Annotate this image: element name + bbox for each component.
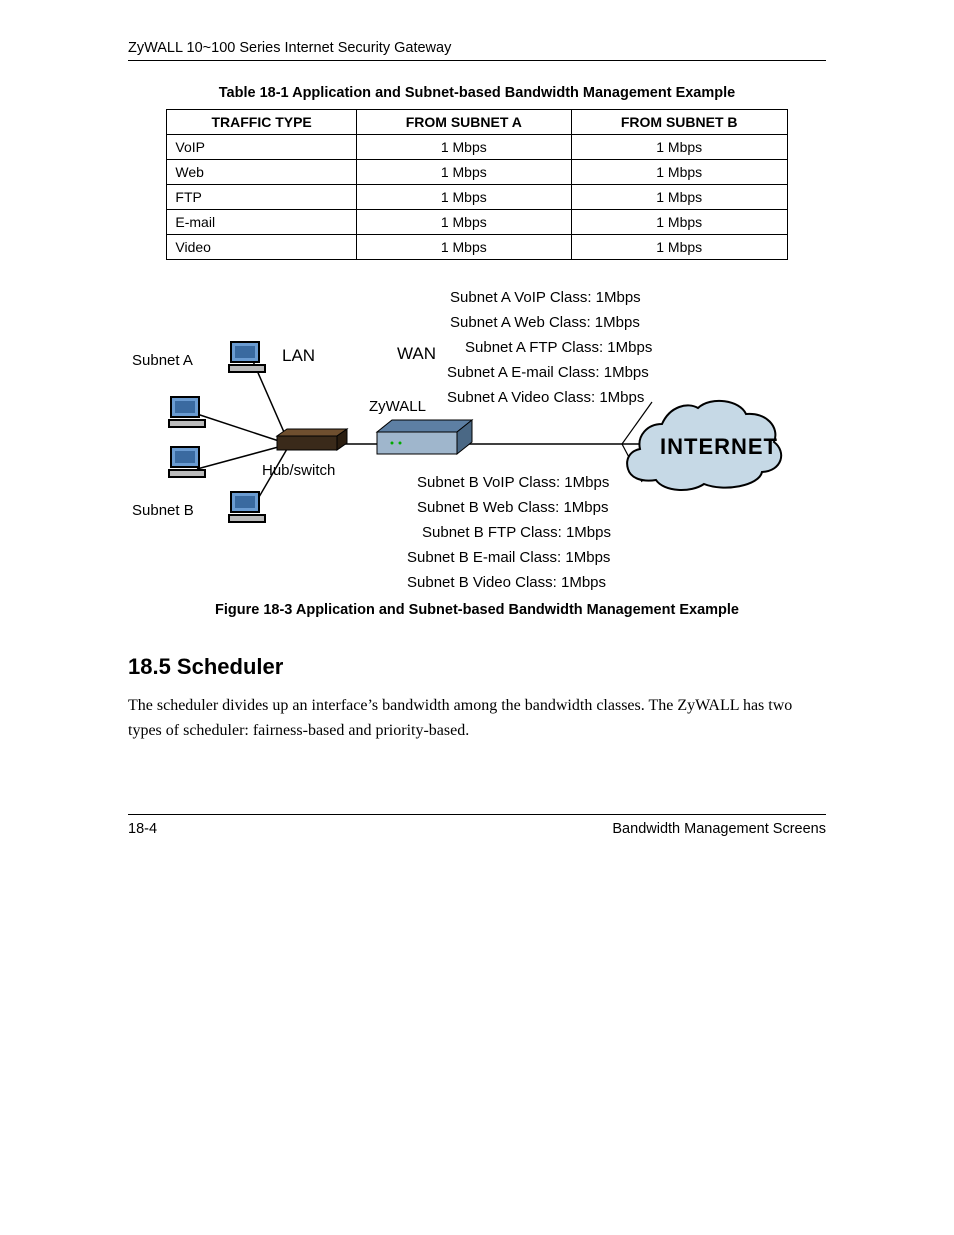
cell-a: 1 Mbps [356,160,571,185]
class-label: Subnet A E-mail Class: 1Mbps [447,364,649,381]
class-label: Subnet A Video Class: 1Mbps [447,389,644,406]
cell-b: 1 Mbps [571,135,787,160]
cell-b: 1 Mbps [571,235,787,260]
class-label: Subnet A VoIP Class: 1Mbps [450,289,641,306]
section-heading: 18.5 Scheduler [128,654,826,680]
cell-type: E-mail [167,210,356,235]
label-wan: WAN [397,344,436,364]
label-subnet-a: Subnet A [132,352,193,369]
cell-b: 1 Mbps [571,160,787,185]
footer: 18-4 Bandwidth Management Screens [128,814,826,837]
cell-a: 1 Mbps [356,135,571,160]
class-label: Subnet B FTP Class: 1Mbps [422,524,611,541]
table-caption: Table 18-1 Application and Subnet-based … [128,85,826,101]
label-subnet-b: Subnet B [132,502,194,519]
cell-type: Video [167,235,356,260]
cell-a: 1 Mbps [356,185,571,210]
label-hubswitch: Hub/switch [262,462,335,479]
table-row: Video 1 Mbps 1 Mbps [167,235,787,260]
computer-icon [227,339,267,377]
class-label: Subnet B Video Class: 1Mbps [407,574,606,591]
class-label: Subnet A FTP Class: 1Mbps [465,339,652,356]
section-body: The scheduler divides up an interface’s … [128,694,826,744]
computer-icon [167,444,207,482]
page-number: 18-4 [128,821,157,837]
computer-icon [167,394,207,432]
table-row: Web 1 Mbps 1 Mbps [167,160,787,185]
table-row: E-mail 1 Mbps 1 Mbps [167,210,787,235]
cell-a: 1 Mbps [356,235,571,260]
network-diagram: Subnet A Subnet B LAN WAN ZyWALL Hub/swi… [132,284,822,584]
running-header: ZyWALL 10~100 Series Internet Security G… [128,40,826,61]
bandwidth-table: TRAFFIC TYPE FROM SUBNET A FROM SUBNET B… [166,109,787,260]
th-traffic-type: TRAFFIC TYPE [167,110,356,135]
label-internet: INTERNET [660,434,778,460]
label-zywall: ZyWALL [369,398,426,415]
figure-caption: Figure 18-3 Application and Subnet-based… [128,602,826,618]
class-label: Subnet B Web Class: 1Mbps [417,499,608,516]
cell-type: FTP [167,185,356,210]
table-row: FTP 1 Mbps 1 Mbps [167,185,787,210]
cell-type: Web [167,160,356,185]
computer-icon [227,489,267,527]
footer-title: Bandwidth Management Screens [612,821,826,837]
label-lan: LAN [282,346,315,366]
class-label: Subnet A Web Class: 1Mbps [450,314,640,331]
class-label: Subnet B VoIP Class: 1Mbps [417,474,609,491]
cell-b: 1 Mbps [571,185,787,210]
table-row: VoIP 1 Mbps 1 Mbps [167,135,787,160]
th-from-subnet-a: FROM SUBNET A [356,110,571,135]
cell-type: VoIP [167,135,356,160]
th-from-subnet-b: FROM SUBNET B [571,110,787,135]
cell-b: 1 Mbps [571,210,787,235]
cell-a: 1 Mbps [356,210,571,235]
class-label: Subnet B E-mail Class: 1Mbps [407,549,610,566]
